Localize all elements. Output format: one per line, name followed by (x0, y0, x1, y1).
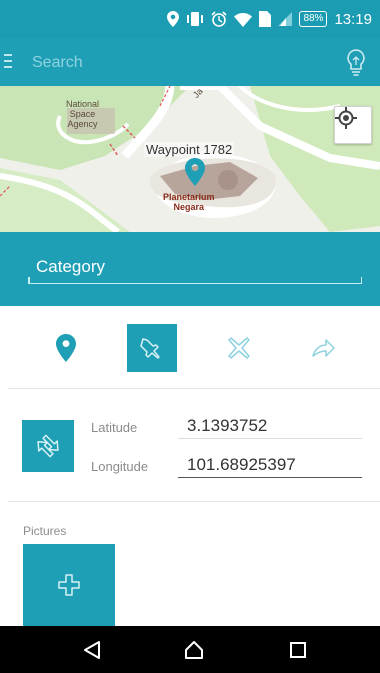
pictures-label: Pictures (23, 524, 67, 538)
map-label-agency: National Space Agency (66, 99, 100, 129)
home-button[interactable] (182, 638, 206, 662)
longitude-input[interactable] (178, 452, 362, 478)
location-icon (167, 9, 180, 29)
latitude-input[interactable] (178, 413, 362, 439)
battery-indicator: 88% (299, 11, 328, 27)
navigation-bar (0, 626, 380, 673)
alarm-icon (211, 9, 228, 29)
recents-icon (290, 642, 306, 658)
tab-pushpin[interactable] (127, 324, 177, 372)
share-arrow-icon (312, 339, 335, 357)
category-section: Category (0, 232, 380, 306)
category-field[interactable]: Category (28, 256, 362, 284)
recents-button[interactable] (286, 638, 310, 662)
longitude-label: Longitude (91, 459, 149, 474)
plus-icon (58, 574, 80, 596)
vibrate-icon (186, 9, 204, 29)
add-picture-button[interactable] (23, 544, 115, 626)
mode-tabs (0, 306, 380, 388)
tab-share[interactable] (298, 324, 348, 372)
wifi-icon (234, 9, 253, 29)
back-button[interactable] (80, 638, 104, 662)
app-bar (0, 38, 380, 86)
coordinate-convert-button[interactable] (22, 420, 74, 472)
search-input[interactable] (32, 50, 302, 76)
back-icon (84, 641, 100, 659)
gps-crosshair-icon (335, 107, 357, 129)
map-view[interactable]: National Space Agency Ja Waypoint 1782 Pla… (0, 86, 380, 232)
menu-icon[interactable] (4, 54, 12, 70)
coordinates-section: Latitude Longitude (0, 389, 380, 501)
divider (8, 501, 380, 502)
clock: 13:19 (334, 10, 372, 28)
tab-cross[interactable] (214, 324, 264, 372)
map-label-planetarium: Planetarium Negara (163, 192, 215, 212)
lightbulb-icon[interactable] (346, 48, 366, 76)
latitude-label: Latitude (91, 420, 138, 435)
swap-icon (37, 434, 59, 458)
pin-icon (56, 334, 76, 362)
sim-icon (259, 9, 272, 29)
locate-button[interactable] (334, 106, 372, 144)
signal-icon (278, 9, 293, 29)
status-bar: 88% 13:19 (0, 0, 380, 38)
pushpin-icon (140, 338, 160, 359)
cross-icon (228, 337, 250, 359)
waypoint-label: Waypoint 1782 (144, 142, 235, 157)
tab-pin[interactable] (41, 324, 91, 372)
home-icon (185, 641, 203, 659)
screen: 88% 13:19 NationalSpaceAgency (0, 0, 380, 673)
